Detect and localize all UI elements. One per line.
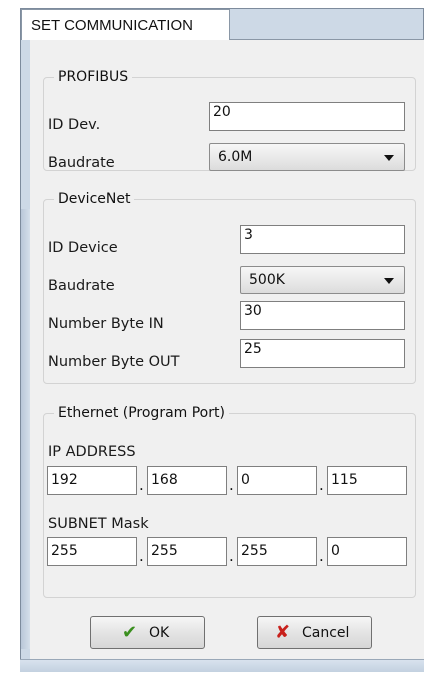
profibus-title: PROFIBUS <box>58 69 129 85</box>
checkmark-icon: ✔ <box>122 622 138 643</box>
devicenet-id-label: ID Device <box>48 240 118 256</box>
devicenet-title: DeviceNet <box>58 191 131 207</box>
profibus-baudrate-value: 6.0M <box>218 149 253 165</box>
mask-octet-1[interactable]: 255 <box>47 537 137 566</box>
mask-octet-3[interactable]: 255 <box>237 537 317 566</box>
byte-out-input[interactable]: 25 <box>240 339 405 368</box>
mask-octet-4[interactable]: 0 <box>327 537 407 566</box>
ip-separator: . <box>139 476 144 494</box>
ip-address-label: IP ADDRESS <box>48 444 136 460</box>
devicenet-baudrate-label: Baudrate <box>48 278 115 294</box>
profibus-baudrate-label: Baudrate <box>48 155 115 171</box>
tab-label: SET COMMUNICATION <box>31 17 193 34</box>
ethernet-title: Ethernet (Program Port) <box>58 405 225 421</box>
mask-octet-2[interactable]: 255 <box>147 537 227 566</box>
byte-out-label: Number Byte OUT <box>48 354 180 370</box>
ok-label: OK <box>149 625 170 641</box>
chevron-down-icon[interactable] <box>384 278 394 284</box>
profibus-baudrate-select[interactable]: 6.0M <box>209 143 405 171</box>
profibus-id-input[interactable]: 20 <box>209 102 405 131</box>
ip-octet-2[interactable]: 168 <box>147 466 227 495</box>
window-left-shade <box>21 209 30 649</box>
profibus-id-label: ID Dev. <box>48 117 101 133</box>
ethernet-group: Ethernet (Program Port) <box>43 405 416 598</box>
subnet-mask-label: SUBNET Mask <box>48 516 149 532</box>
ip-separator: . <box>229 476 234 494</box>
cancel-label: Cancel <box>302 625 350 641</box>
ip-octet-4[interactable]: 115 <box>327 466 407 495</box>
mask-separator: . <box>229 547 234 565</box>
ok-button[interactable]: ✔ OK <box>90 616 205 649</box>
set-communication-window: SET COMMUNICATION PROFIBUS ID Dev. 20 Ba… <box>20 8 424 672</box>
tab-set-communication[interactable]: SET COMMUNICATION <box>21 9 230 40</box>
chevron-down-icon[interactable] <box>384 155 394 161</box>
byte-in-label: Number Byte IN <box>48 316 164 332</box>
mask-separator: . <box>319 547 324 565</box>
ip-octet-3[interactable]: 0 <box>237 466 317 495</box>
x-icon: ✘ <box>275 622 291 643</box>
devicenet-baudrate-select[interactable]: 500K <box>240 266 405 294</box>
tab-panel: PROFIBUS ID Dev. 20 Baudrate 6.0M Device… <box>30 40 424 661</box>
devicenet-baudrate-value: 500K <box>249 272 285 288</box>
mask-separator: . <box>139 547 144 565</box>
ip-octet-1[interactable]: 192 <box>47 466 137 495</box>
cancel-button[interactable]: ✘ Cancel <box>257 616 372 649</box>
devicenet-id-input[interactable]: 3 <box>240 225 405 254</box>
byte-in-input[interactable]: 30 <box>240 301 405 330</box>
ip-separator: . <box>319 476 324 494</box>
